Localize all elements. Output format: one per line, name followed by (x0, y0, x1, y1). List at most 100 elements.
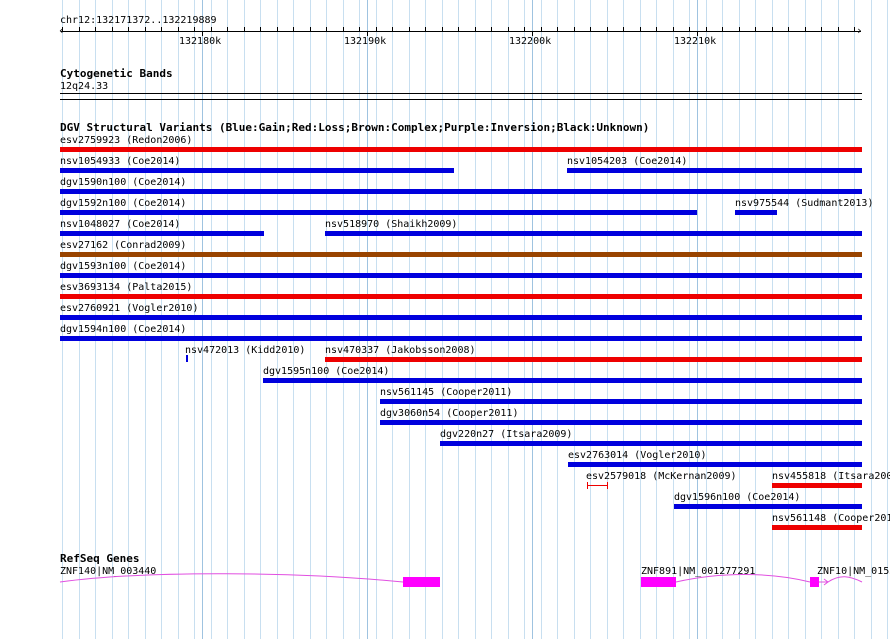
variant-bar[interactable] (60, 294, 862, 299)
ruler-tick-label: 132180k (179, 36, 222, 47)
variant-bar[interactable] (674, 504, 862, 509)
ruler-tick (161, 27, 162, 31)
ruler-tick (656, 27, 657, 31)
variant-label: dgv1595n100 (Coe2014) (263, 366, 390, 377)
ruler-tick (194, 27, 195, 31)
variant-bar[interactable] (60, 210, 697, 215)
variant-bar[interactable] (380, 420, 862, 425)
ruler-tick (95, 27, 96, 31)
ruler-tick (838, 27, 839, 31)
ruler-tick (425, 27, 426, 31)
variant-bar[interactable] (60, 231, 264, 236)
ruler-tick (277, 27, 278, 31)
variant-bar[interactable] (772, 525, 862, 530)
ruler-tick (623, 27, 624, 31)
variant-bar[interactable] (735, 210, 777, 215)
ruler-tick (772, 27, 773, 31)
variant-bar[interactable] (60, 315, 862, 320)
ruler-tick (62, 27, 63, 31)
ruler-tick-label: 132200k (509, 36, 552, 47)
variant-label: dgv1594n100 (Coe2014) (60, 324, 187, 335)
ruler-tick (112, 27, 113, 31)
ruler-tick (475, 27, 476, 31)
refseq-track-title[interactable]: RefSeq Genes (60, 553, 139, 565)
variant-bar[interactable] (60, 252, 862, 257)
variant-bar[interactable] (60, 336, 862, 341)
variant-label: nsv975544 (Sudmant2013) (735, 198, 874, 209)
variant-bar[interactable] (186, 355, 188, 362)
region-coordinates: chr12:132171372..132219889 (60, 15, 217, 26)
ruler-tick (128, 27, 129, 31)
variant-label: nsv455818 (Itsara2009) (772, 471, 890, 482)
variant-bar[interactable] (587, 485, 608, 486)
ruler-tick (376, 27, 377, 31)
ruler-tick (722, 27, 723, 31)
cytobands-track-title[interactable]: Cytogenetic Bands (60, 68, 173, 80)
ruler-tick (458, 27, 459, 31)
variant-label: esv27162 (Conrad2009) (60, 240, 187, 251)
ruler-right-arrow[interactable]: › (856, 25, 863, 36)
variant-label: dgv1596n100 (Coe2014) (674, 492, 801, 503)
ruler-tick (409, 27, 410, 31)
dgv-track-title[interactable]: DGV Structural Variants (Blue:Gain;Red:L… (60, 122, 649, 134)
ruler-tick (491, 27, 492, 31)
ruler-tick (739, 27, 740, 31)
ruler-tick (673, 27, 674, 31)
variant-label: esv2763014 (Vogler2010) (568, 450, 707, 461)
ruler-tick (541, 27, 542, 31)
ruler-tick (79, 27, 80, 31)
variant-label: dgv1592n100 (Coe2014) (60, 198, 187, 209)
ruler-axis (61, 31, 861, 32)
ruler-tick (607, 27, 608, 31)
variant-label: esv2760921 (Vogler2010) (60, 303, 199, 314)
ruler-tick-label: 132190k (344, 36, 387, 47)
ruler-tick (442, 27, 443, 31)
gene-label: ZNF891|NM_001277291 (641, 566, 756, 577)
ruler-tick (244, 27, 245, 31)
ruler-tick (574, 27, 575, 31)
variant-bar[interactable] (568, 462, 862, 467)
ruler-tick (821, 27, 822, 31)
cytoband-label: 12q24.33 (60, 81, 109, 92)
variant-bar[interactable] (60, 189, 862, 194)
ruler-tick (293, 27, 294, 31)
cytoband-line (60, 99, 862, 100)
ruler-tick (590, 27, 591, 31)
variant-bar[interactable] (567, 168, 862, 173)
ruler-tick (310, 27, 311, 31)
ruler-tick (211, 27, 212, 31)
ruler-tick (524, 27, 525, 31)
variant-bar[interactable] (380, 399, 862, 404)
ruler-tick (508, 27, 509, 31)
variant-label: esv2759923 (Redon2006) (60, 135, 193, 146)
ruler-tick (178, 27, 179, 31)
variant-bar[interactable] (325, 231, 862, 236)
ruler-tick (805, 27, 806, 31)
ruler-tick (359, 27, 360, 31)
variant-bar[interactable] (263, 378, 862, 383)
variant-label: nsv1054203 (Coe2014) (567, 156, 688, 167)
variant-label: dgv1590n100 (Coe2014) (60, 177, 187, 188)
ruler-tick (392, 27, 393, 31)
ruler-tick (557, 27, 558, 31)
variant-label: esv3693134 (Palta2015) (60, 282, 193, 293)
cytoband-line (60, 93, 862, 94)
ruler-tick (343, 27, 344, 31)
grid-line (887, 0, 888, 639)
variant-bar[interactable] (60, 273, 862, 278)
variant-bar[interactable] (325, 357, 862, 362)
variant-bar-end (587, 482, 588, 489)
variant-label: nsv561148 (Cooper2011) (772, 513, 890, 524)
variant-label: esv2579018 (McKernan2009) (586, 471, 737, 482)
variant-bar[interactable] (440, 441, 862, 446)
variant-bar[interactable] (60, 168, 454, 173)
variant-bar[interactable] (772, 483, 862, 488)
gene-label: ZNF140|NM_003440 (60, 566, 157, 577)
variant-bar[interactable] (60, 147, 862, 152)
ruler-tick-label: 132210k (674, 36, 717, 47)
variant-label: nsv1054933 (Coe2014) (60, 156, 181, 167)
variant-label: nsv470337 (Jakobsson2008) (325, 345, 476, 356)
ruler-tick (706, 27, 707, 31)
variant-label: nsv472013 (Kidd2010) (185, 345, 306, 356)
variant-label: dgv1593n100 (Coe2014) (60, 261, 187, 272)
